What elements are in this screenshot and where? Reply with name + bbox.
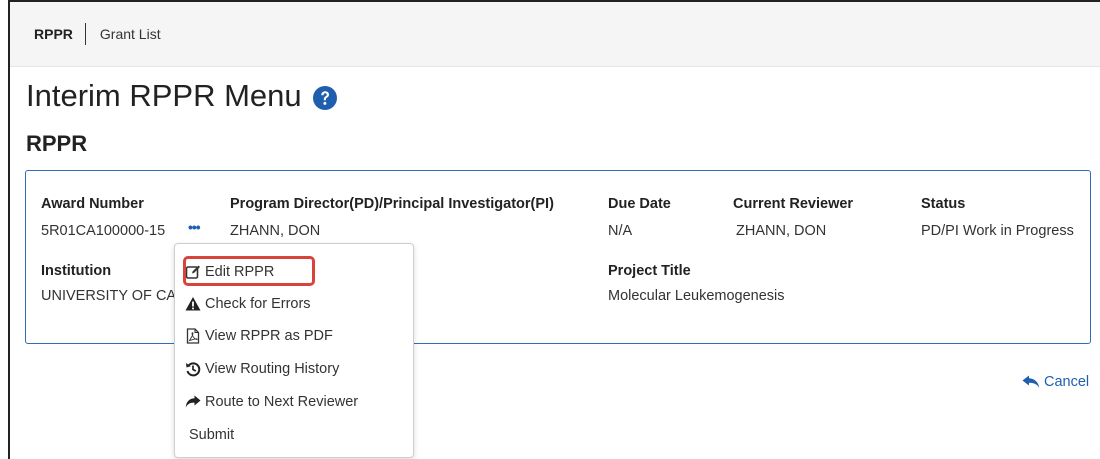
award-number-label: Award Number (41, 196, 144, 212)
menu-item-label: View RPPR as PDF (205, 328, 333, 344)
project-title-value: Molecular Leukemogenesis (608, 288, 785, 304)
status-label: Status (921, 196, 966, 212)
question-circle-icon[interactable] (312, 83, 338, 110)
history-icon (185, 361, 201, 377)
actions-menu-toggle[interactable]: ••• (188, 220, 201, 234)
menu-item-route-next[interactable]: Route to Next Reviewer (185, 390, 358, 414)
menu-item-label: View Routing History (205, 361, 340, 377)
institution-label: Institution (41, 263, 112, 279)
menu-item-label: Check for Errors (205, 296, 311, 312)
menu-item-routing-history[interactable]: View Routing History (185, 357, 339, 381)
current-reviewer-value: ZHANN, DON (736, 223, 827, 239)
menu-item-check-errors[interactable]: Check for Errors (185, 292, 311, 316)
due-date-value: N/A (608, 223, 633, 239)
page-title: Interim RPPR Menu (26, 78, 338, 114)
section-title: RPPR (26, 131, 88, 156)
project-title-label: Project Title (608, 263, 691, 279)
menu-item-label: Submit (189, 427, 235, 443)
breadcrumb: RPPR Grant List (10, 2, 1100, 67)
status-value: PD/PI Work in Progress (921, 223, 1074, 239)
pd-pi-label: Program Director(PD)/Principal Investiga… (230, 196, 554, 212)
current-reviewer-label: Current Reviewer (733, 196, 854, 212)
edit-rppr-highlight-box (183, 256, 315, 286)
pdf-file-icon (185, 328, 201, 344)
warning-triangle-icon (185, 296, 201, 312)
page-title-text: Interim RPPR Menu (26, 78, 302, 113)
pd-pi-value: ZHANN, DON (230, 223, 321, 239)
menu-item-label: Route to Next Reviewer (205, 394, 359, 410)
reply-arrow-icon (1022, 374, 1040, 390)
share-arrow-icon (185, 394, 201, 410)
menu-item-view-pdf[interactable]: View RPPR as PDF (185, 324, 333, 348)
due-date-label: Due Date (608, 196, 671, 212)
cancel-label: Cancel (1044, 374, 1090, 390)
breadcrumb-divider (84, 23, 86, 45)
institution-value: UNIVERSITY OF CA (41, 288, 177, 304)
cancel-link[interactable]: Cancel (1022, 374, 1089, 390)
menu-item-submit[interactable]: Submit (189, 423, 234, 447)
breadcrumb-current: RPPR (34, 26, 73, 42)
award-number-value: 5R01CA100000-15 (41, 223, 166, 239)
breadcrumb-grant-list-link[interactable]: Grant List (100, 26, 161, 42)
